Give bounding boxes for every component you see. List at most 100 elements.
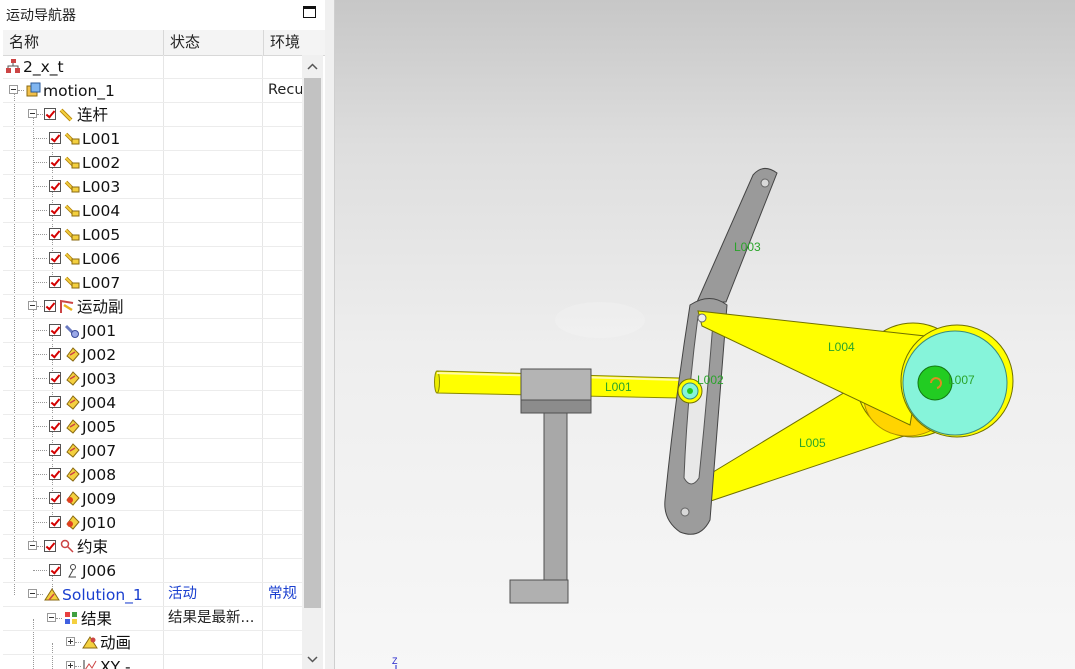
tree-row-j002[interactable]: J002	[3, 343, 302, 367]
collapse-icon[interactable]	[28, 109, 37, 118]
environment-cell	[264, 103, 302, 126]
environment-cell	[264, 391, 302, 414]
status-cell	[164, 175, 263, 198]
panel-splitter[interactable]	[325, 0, 335, 669]
tree-row-l004[interactable]: L004	[3, 199, 302, 223]
tree-row-l003[interactable]: L003	[3, 175, 302, 199]
visibility-checkbox[interactable]	[49, 468, 61, 480]
tree-row-连杆[interactable]: 连杆	[3, 103, 302, 127]
status-cell	[164, 655, 263, 669]
link-l007[interactable]	[509, 368, 592, 604]
column-name[interactable]: 名称	[3, 30, 164, 55]
environment-cell	[264, 247, 302, 270]
visibility-checkbox[interactable]	[49, 348, 61, 360]
visibility-checkbox[interactable]	[49, 156, 61, 168]
column-environment[interactable]: 环境	[264, 30, 325, 55]
tree-row-约束[interactable]: 约束	[3, 535, 302, 559]
label-l005: L005	[799, 436, 826, 450]
tree-row-动画[interactable]: 动画	[3, 631, 302, 655]
tree-row-motion-1[interactable]: motion_1 Recu	[3, 79, 302, 103]
visibility-checkbox[interactable]	[49, 492, 61, 504]
tree-row-j009[interactable]: J009	[3, 487, 302, 511]
constraints-folder-icon	[60, 539, 74, 553]
visibility-checkbox[interactable]	[49, 420, 61, 432]
tree-line	[33, 474, 47, 475]
visibility-checkbox[interactable]	[49, 228, 61, 240]
axis-z-label: Z	[392, 656, 398, 666]
visibility-checkbox[interactable]	[49, 564, 61, 576]
tree-row-l007[interactable]: L007	[3, 271, 302, 295]
visibility-checkbox[interactable]	[49, 252, 61, 264]
graphics-viewport[interactable]: L003 L004 L005 L007 L002 L001 Z	[335, 0, 1075, 669]
visibility-checkbox[interactable]	[49, 516, 61, 528]
visibility-checkbox[interactable]	[44, 300, 56, 312]
status-cell	[164, 319, 263, 342]
visibility-checkbox[interactable]	[44, 540, 56, 552]
link-l003[interactable]: L003	[696, 168, 778, 303]
status-cell	[164, 223, 263, 246]
visibility-checkbox[interactable]	[49, 276, 61, 288]
collapse-icon[interactable]	[28, 301, 37, 310]
tree-row-j005[interactable]: J005	[3, 415, 302, 439]
visibility-checkbox[interactable]	[49, 324, 61, 336]
link-icon	[64, 228, 80, 241]
tree-row-l005[interactable]: L005	[3, 223, 302, 247]
tree-line	[75, 666, 81, 667]
tree-row-j010[interactable]: J010	[3, 511, 302, 535]
name-cell: 2_x_t	[3, 55, 164, 78]
name-cell: 连杆	[3, 103, 164, 126]
maximize-icon[interactable]	[303, 6, 316, 18]
tree-row-l006[interactable]: L006	[3, 247, 302, 271]
name-cell: 动画	[3, 631, 164, 654]
tree-row-运动副[interactable]: 运动副	[3, 295, 302, 319]
tree-row-solution-1[interactable]: Solution_1 活动 常规	[3, 583, 302, 607]
environment-cell	[264, 559, 302, 582]
environment-cell	[264, 439, 302, 462]
visibility-checkbox[interactable]	[49, 372, 61, 384]
environment-cell: 常规	[268, 586, 297, 602]
tree-row-l001[interactable]: L001	[3, 127, 302, 151]
visibility-checkbox[interactable]	[49, 132, 61, 144]
column-status[interactable]: 状态	[164, 30, 264, 55]
disc-front[interactable]: L007	[900, 324, 1014, 438]
scroll-down-icon[interactable]	[302, 650, 323, 669]
environment-cell	[264, 415, 302, 438]
solution-icon	[44, 588, 60, 601]
scrollbar-thumb[interactable]	[304, 78, 321, 608]
tree-row-结果[interactable]: 结果 结果是最新...	[3, 607, 302, 631]
tree-row-l002[interactable]: L002	[3, 151, 302, 175]
collapse-icon[interactable]	[47, 613, 56, 622]
animation-icon	[82, 636, 98, 649]
label-l004: L004	[828, 340, 855, 354]
tree-row-xy-[interactable]: XY -	[3, 655, 302, 669]
name-cell: Solution_1	[3, 583, 164, 606]
expand-icon[interactable]	[66, 661, 75, 669]
navigator-title: 运动导航器	[6, 8, 76, 24]
status-cell	[164, 199, 263, 222]
status-cell	[164, 535, 263, 558]
visibility-checkbox[interactable]	[49, 180, 61, 192]
link-icon	[64, 276, 80, 289]
visibility-checkbox[interactable]	[44, 108, 56, 120]
tree-row-j003[interactable]: J003	[3, 367, 302, 391]
collapse-icon[interactable]	[28, 541, 37, 550]
tree-row-j007[interactable]: J007	[3, 439, 302, 463]
tree-row-j006[interactable]: J006	[3, 559, 302, 583]
link-icon	[64, 204, 80, 217]
visibility-checkbox[interactable]	[49, 396, 61, 408]
tree-row-j004[interactable]: J004	[3, 391, 302, 415]
tree-row-j001[interactable]: J001	[3, 319, 302, 343]
expand-icon[interactable]	[66, 637, 75, 646]
scroll-up-icon[interactable]	[302, 55, 323, 77]
visibility-checkbox[interactable]	[49, 204, 61, 216]
node-label: J006	[82, 562, 117, 580]
visibility-checkbox[interactable]	[49, 444, 61, 456]
environment-cell	[264, 343, 302, 366]
collapse-icon[interactable]	[28, 589, 37, 598]
node-label: J010	[82, 514, 117, 532]
tree-row-j008[interactable]: J008	[3, 463, 302, 487]
tree-line	[33, 426, 47, 427]
name-cell: J003	[3, 367, 164, 390]
collapse-icon[interactable]	[9, 85, 18, 94]
tree-row-2-x-t[interactable]: 2_x_t	[3, 55, 302, 79]
